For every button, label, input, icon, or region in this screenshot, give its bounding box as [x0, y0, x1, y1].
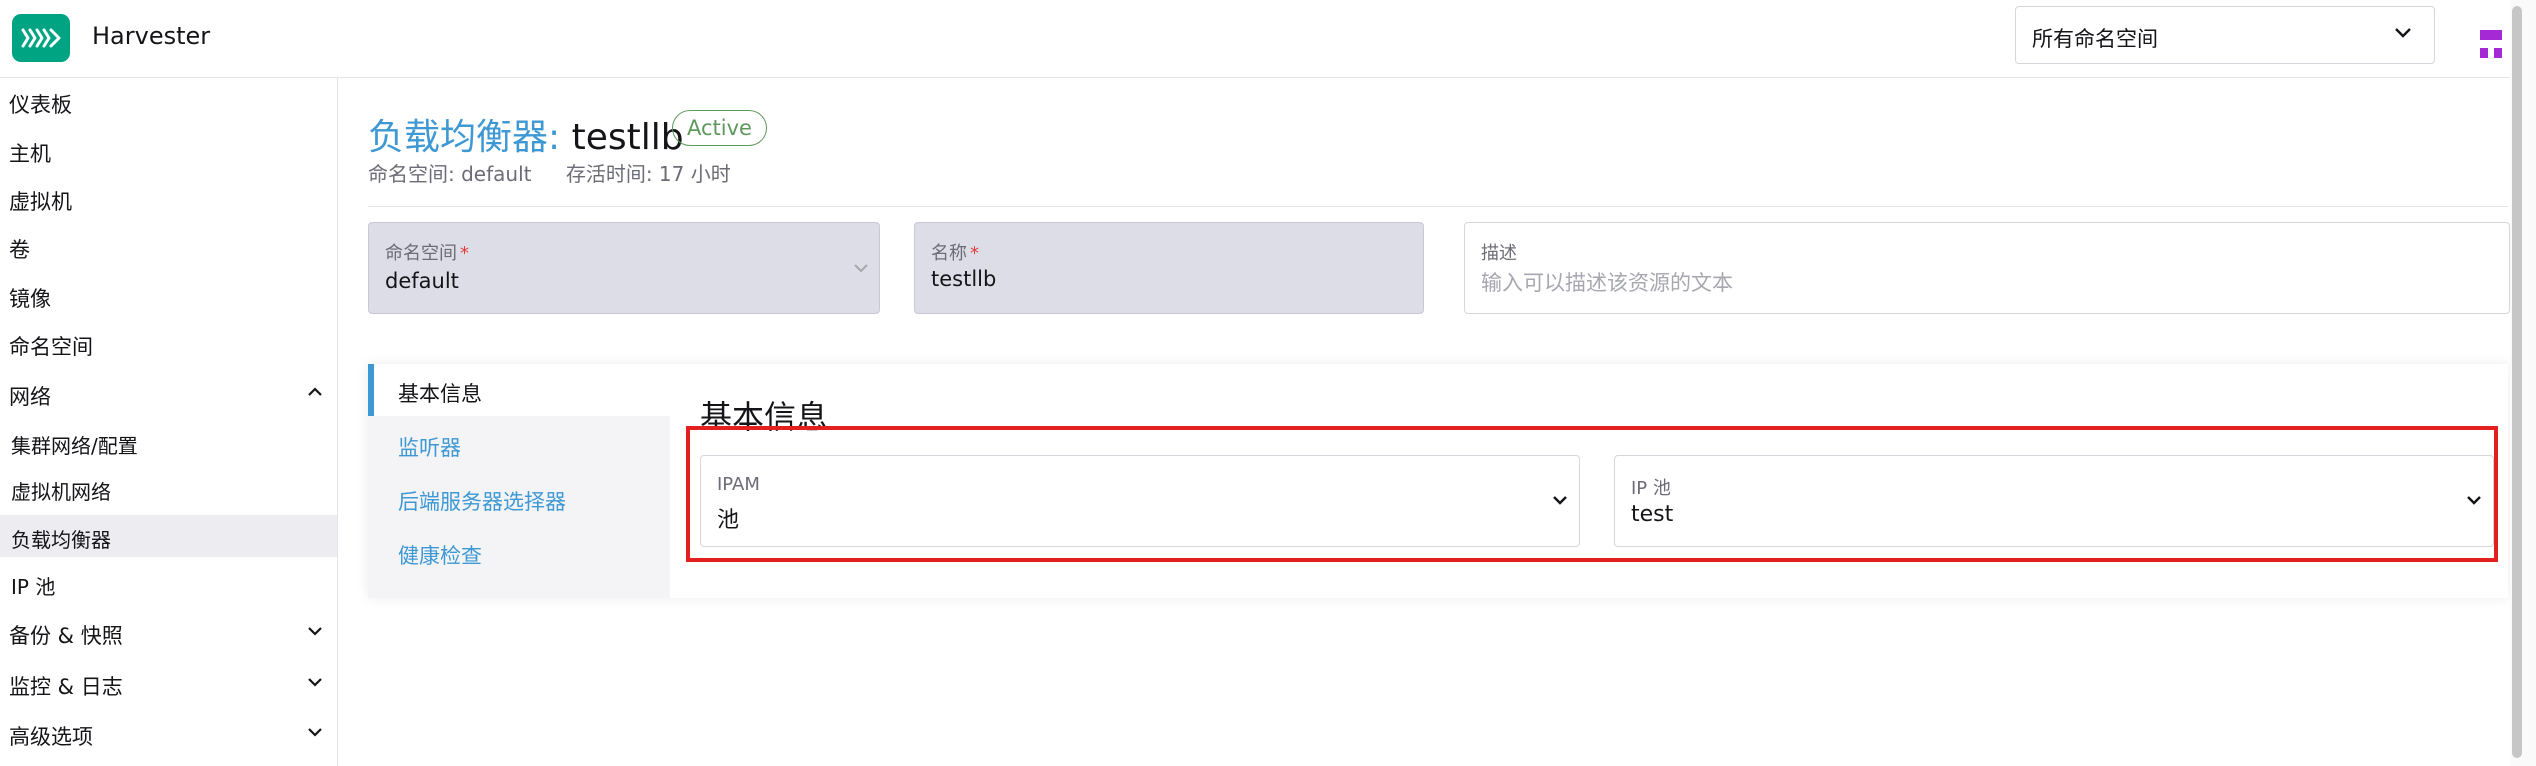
- chevron-down-icon: [854, 264, 868, 273]
- sidebar-item-dashboard[interactable]: 仪表板: [0, 80, 337, 122]
- chevron-down-icon: [308, 627, 322, 636]
- sidebar-item-label: 镜像: [9, 287, 51, 311]
- user-avatar[interactable]: [2480, 10, 2504, 68]
- namespace-select[interactable]: 命名空间 * default: [368, 222, 880, 314]
- sidebar-item-label: IP 池: [11, 575, 56, 599]
- namespace-filter-value: 所有命名空间: [2032, 27, 2158, 51]
- sidebar-item-vm-networks[interactable]: 虚拟机网络: [0, 467, 337, 509]
- divider: [368, 206, 2508, 207]
- chevron-down-icon: [2395, 28, 2411, 38]
- namespace-value: default: [385, 269, 459, 293]
- sidebar-item-label: 卷: [9, 238, 30, 262]
- tab-health-check[interactable]: 健康检查: [368, 526, 670, 578]
- namespace-filter-select[interactable]: 所有命名空间: [2015, 6, 2435, 64]
- sidebar-item-images[interactable]: 镜像: [0, 274, 337, 316]
- sidebar-group-backup-snapshot[interactable]: 备份 & 快照: [0, 611, 337, 653]
- chevron-up-icon: [308, 387, 322, 396]
- scrollbar-thumb[interactable]: [2512, 6, 2522, 758]
- sidebar-item-label: 主机: [9, 142, 51, 166]
- tab-basic-info[interactable]: 基本信息: [368, 364, 670, 416]
- harvester-logo-icon: [21, 28, 61, 48]
- description-label: 描述: [1481, 243, 1517, 264]
- highlight-annotation-box: [686, 426, 2498, 562]
- tab-list: 基本信息 监听器 后端服务器选择器 健康检查: [368, 364, 670, 598]
- top-header: Harvester 所有命名空间: [0, 0, 2536, 78]
- sidebar-item-volumes[interactable]: 卷: [0, 225, 337, 267]
- status-badge: Active: [672, 110, 767, 146]
- sidebar-item-namespaces[interactable]: 命名空间: [0, 322, 337, 364]
- namespace-label: 命名空间 *: [385, 243, 469, 264]
- page-title: 负载均衡器: testllb: [368, 108, 684, 160]
- sidebar-item-label: 命名空间: [9, 335, 93, 359]
- page-title-name: testllb: [571, 117, 684, 158]
- app-title: Harvester: [92, 22, 211, 50]
- description-input[interactable]: 描述 输入可以描述该资源的文本: [1464, 222, 2510, 314]
- age-meta: 存活时间: 17 小时: [565, 162, 731, 186]
- sidebar-group-monitoring-logging[interactable]: 监控 & 日志: [0, 662, 337, 704]
- description-placeholder: 输入可以描述该资源的文本: [1481, 271, 1733, 295]
- harvester-logo[interactable]: [12, 14, 70, 62]
- sidebar-item-label: 网络: [9, 385, 51, 409]
- tab-label: 基本信息: [398, 382, 482, 406]
- sidebar-item-hosts[interactable]: 主机: [0, 129, 337, 171]
- name-value: testllb: [931, 267, 997, 291]
- tab-label: 健康检查: [398, 544, 482, 568]
- sidebar-item-load-balancers[interactable]: 负载均衡器: [0, 515, 337, 557]
- sidebar-item-label: 仪表板: [9, 93, 72, 117]
- vertical-scrollbar[interactable]: [2510, 0, 2536, 766]
- tab-backend-selector[interactable]: 后端服务器选择器: [368, 472, 670, 524]
- sidebar-group-advanced[interactable]: 高级选项: [0, 712, 337, 754]
- sidebar-item-label: 监控 & 日志: [9, 675, 123, 699]
- page-title-type[interactable]: 负载均衡器:: [368, 117, 560, 158]
- sidebar-item-label: 集群网络/配置: [11, 434, 138, 458]
- chevron-down-icon: [308, 678, 322, 687]
- sidebar-item-label: 虚拟机: [9, 190, 72, 214]
- sidebar-item-label: 高级选项: [9, 725, 93, 749]
- tab-label: 监听器: [398, 436, 461, 460]
- sidebar-item-label: 虚拟机网络: [11, 480, 111, 504]
- name-input[interactable]: 名称 * testllb: [914, 222, 1424, 314]
- sidebar-item-ip-pools[interactable]: IP 池: [0, 562, 337, 604]
- tab-label: 后端服务器选择器: [398, 490, 566, 514]
- sidebar-item-cluster-networks[interactable]: 集群网络/配置: [0, 421, 337, 463]
- sidebar-item-virtual-machines[interactable]: 虚拟机: [0, 177, 337, 219]
- resource-meta: 命名空间: default 存活时间: 17 小时: [368, 158, 731, 187]
- sidebar-item-label: 备份 & 快照: [9, 624, 123, 648]
- sidebar-nav: 仪表板 主机 虚拟机 卷 镜像 命名空间 网络 集群网络/配置 虚拟机网络 负载…: [0, 78, 338, 766]
- sidebar-group-networks[interactable]: 网络: [0, 372, 337, 414]
- sidebar-item-label: 负载均衡器: [11, 528, 111, 552]
- chevron-down-icon: [308, 728, 322, 737]
- tab-listeners[interactable]: 监听器: [368, 418, 670, 470]
- namespace-meta: 命名空间: default: [368, 162, 532, 186]
- name-label: 名称 *: [931, 243, 979, 264]
